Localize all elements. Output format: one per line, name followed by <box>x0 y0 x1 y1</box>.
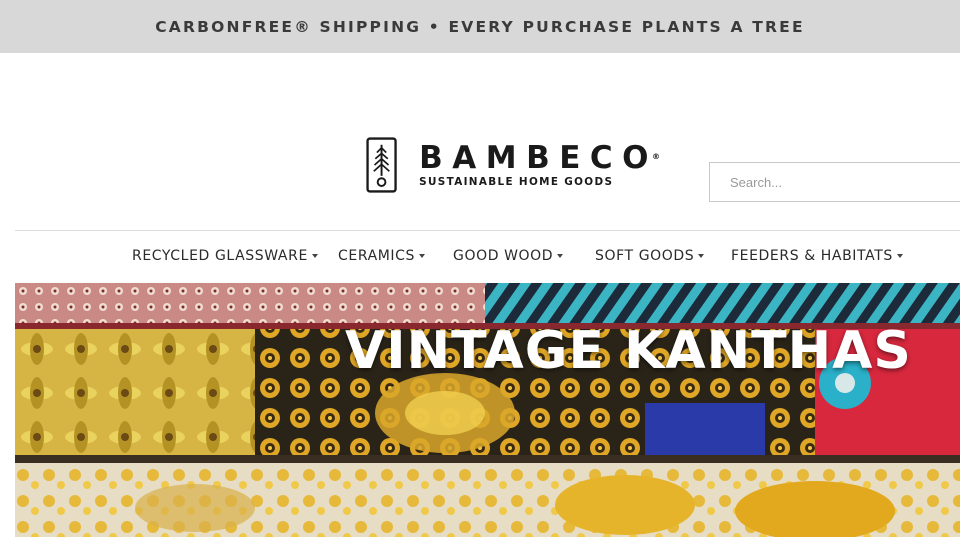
caret-down-icon <box>698 254 705 258</box>
hero-banner[interactable]: VINTAGE KANTHAS <box>15 283 960 537</box>
tree-logo-icon <box>366 137 397 193</box>
caret-down-icon <box>557 254 564 258</box>
nav-item-label: SOFT GOODS <box>595 248 695 264</box>
announcement-text: CARBONFREE® SHIPPING • EVERY PURCHASE PL… <box>155 17 805 36</box>
nav-item-ceramics[interactable]: CERAMICS <box>338 248 426 264</box>
nav-item-label: RECYCLED GLASSWARE <box>132 248 308 264</box>
caret-down-icon <box>311 254 318 258</box>
brand-name-text: BAMBECO <box>419 140 658 176</box>
nav-item-label: CERAMICS <box>338 248 416 264</box>
announcement-bar: CARBONFREE® SHIPPING • EVERY PURCHASE PL… <box>0 0 960 53</box>
main-nav: RECYCLED GLASSWARE CERAMICS GOOD WOOD SO… <box>0 231 960 283</box>
nav-item-feeders-habitats[interactable]: FEEDERS & HABITATS <box>731 248 903 264</box>
caret-down-icon <box>419 254 426 258</box>
registered-mark: ® <box>652 152 660 161</box>
nav-item-label: GOOD WOOD <box>453 248 554 264</box>
brand-name: BAMBECO ® <box>419 140 660 176</box>
brand-tagline: SUSTAINABLE HOME GOODS <box>419 176 614 188</box>
brand-logo[interactable]: BAMBECO ® SUSTAINABLE HOME GOODS <box>366 129 660 201</box>
nav-item-label: FEEDERS & HABITATS <box>731 248 893 264</box>
nav-item-soft-goods[interactable]: SOFT GOODS <box>595 248 705 264</box>
search-input[interactable] <box>709 162 960 202</box>
caret-down-icon <box>896 254 903 258</box>
nav-item-good-wood[interactable]: GOOD WOOD <box>453 248 564 264</box>
nav-item-recycled-glassware[interactable]: RECYCLED GLASSWARE <box>132 248 318 264</box>
hero-title: VINTAGE KANTHAS <box>345 321 912 381</box>
